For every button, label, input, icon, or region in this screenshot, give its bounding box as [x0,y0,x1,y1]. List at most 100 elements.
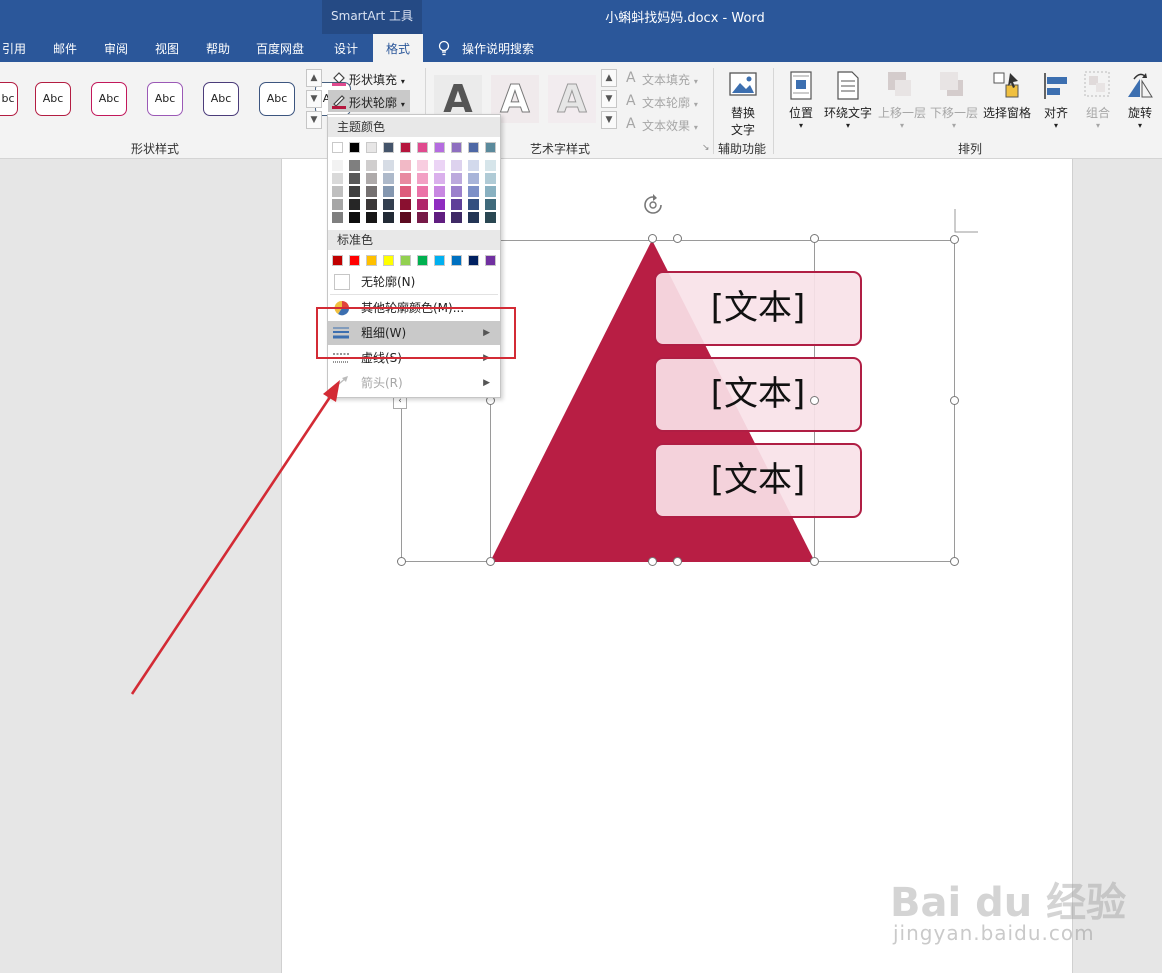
rotate-button[interactable]: 旋转 ▾ [1120,104,1160,130]
tab-references[interactable]: 引用 [2,40,26,57]
text-outline-button[interactable]: 文本轮廓 ▾ [642,94,698,111]
theme-shade-swatch[interactable] [366,186,377,197]
theme-shade-swatch[interactable] [451,199,462,210]
theme-shade-swatch[interactable] [417,212,428,223]
resize-handle[interactable] [950,557,959,566]
resize-handle[interactable] [810,234,819,243]
theme-shade-swatch[interactable] [366,173,377,184]
theme-shade-swatch[interactable] [468,173,479,184]
theme-shade-swatch[interactable] [451,160,462,171]
theme-shade-swatch[interactable] [332,186,343,197]
theme-shade-swatch[interactable] [485,160,496,171]
theme-color-swatch[interactable] [366,142,377,153]
tab-review[interactable]: 审阅 [104,40,128,57]
standard-color-swatch[interactable] [349,255,360,266]
standard-color-swatch[interactable] [366,255,377,266]
text-box-2[interactable]: [文本] [654,357,862,432]
theme-shade-swatch[interactable] [383,186,394,197]
theme-color-swatch[interactable] [451,142,462,153]
rotate-handle-icon[interactable] [642,194,664,216]
theme-shade-swatch[interactable] [400,199,411,210]
theme-color-swatch[interactable] [434,142,445,153]
resize-handle[interactable] [673,557,682,566]
tab-mailings[interactable]: 邮件 [53,40,77,57]
theme-shade-swatch[interactable] [349,173,360,184]
theme-shade-swatch[interactable] [383,199,394,210]
theme-shade-swatch[interactable] [332,199,343,210]
wordart-style-3[interactable]: A [548,75,596,123]
resize-handle[interactable] [810,557,819,566]
resize-handle[interactable] [673,234,682,243]
theme-shade-swatch[interactable] [417,199,428,210]
theme-shade-swatch[interactable] [468,199,479,210]
theme-shade-swatch[interactable] [417,186,428,197]
position-button[interactable]: 位置 ▾ [785,104,817,130]
standard-color-swatch[interactable] [417,255,428,266]
theme-shade-swatch[interactable] [434,199,445,210]
theme-shade-swatch[interactable] [434,160,445,171]
theme-shade-swatch[interactable] [451,186,462,197]
theme-shade-swatch[interactable] [434,186,445,197]
shape-style-option[interactable]: Abc [203,82,239,116]
standard-color-swatch[interactable] [383,255,394,266]
theme-shade-swatch[interactable] [417,160,428,171]
group-button[interactable]: 组合 ▾ [1078,104,1118,130]
theme-color-swatch[interactable] [417,142,428,153]
shape-style-option[interactable]: Abc [91,82,127,116]
standard-color-swatch[interactable] [485,255,496,266]
tab-help[interactable]: 帮助 [206,40,230,57]
text-box-3[interactable]: [文本] [654,443,862,518]
resize-handle[interactable] [486,557,495,566]
theme-shade-swatch[interactable] [485,212,496,223]
wordart-gallery-down-arrow[interactable]: ▼ [601,90,617,108]
tab-format[interactable]: 格式 [373,40,423,57]
resize-handle[interactable] [648,234,657,243]
theme-shade-swatch[interactable] [349,160,360,171]
theme-color-swatch[interactable] [332,142,343,153]
theme-shade-swatch[interactable] [451,212,462,223]
theme-shade-swatch[interactable] [451,173,462,184]
standard-color-swatch[interactable] [468,255,479,266]
theme-shade-swatch[interactable] [349,212,360,223]
wordart-gallery-up-arrow[interactable]: ▲ [601,69,617,87]
theme-shade-swatch[interactable] [349,199,360,210]
align-button[interactable]: 对齐 ▾ [1036,104,1076,130]
theme-color-swatch[interactable] [400,142,411,153]
theme-shade-swatch[interactable] [383,160,394,171]
theme-shade-swatch[interactable] [434,212,445,223]
shape-fill-button[interactable]: 形状填充 ▾ [349,71,405,88]
theme-shade-swatch[interactable] [400,160,411,171]
text-box-1[interactable]: [文本] [654,271,862,346]
gallery-down-arrow[interactable]: ▼ [306,90,322,108]
theme-shade-swatch[interactable] [332,160,343,171]
theme-shade-swatch[interactable] [383,173,394,184]
theme-shade-swatch[interactable] [468,186,479,197]
theme-shade-swatch[interactable] [366,212,377,223]
selection-pane-button[interactable]: 选择窗格 [980,104,1034,121]
theme-shade-swatch[interactable] [468,160,479,171]
bring-forward-button[interactable]: 上移一层 ▾ [876,104,928,130]
theme-shade-swatch[interactable] [485,173,496,184]
resize-handle[interactable] [950,396,959,405]
shape-style-partial[interactable]: bc [0,82,18,116]
theme-shade-swatch[interactable] [332,212,343,223]
resize-handle[interactable] [950,235,959,244]
theme-shade-swatch[interactable] [485,186,496,197]
shape-outline-button[interactable]: 形状轮廓 ▾ [349,94,405,111]
theme-color-swatch[interactable] [349,142,360,153]
theme-shade-swatch[interactable] [400,173,411,184]
theme-shade-swatch[interactable] [485,199,496,210]
standard-color-swatch[interactable] [400,255,411,266]
theme-shade-swatch[interactable] [400,212,411,223]
theme-shade-swatch[interactable] [468,212,479,223]
theme-shade-swatch[interactable] [366,199,377,210]
resize-handle[interactable] [397,557,406,566]
theme-color-swatch[interactable] [485,142,496,153]
menu-item-no-outline[interactable]: 无轮廓(N) [328,270,500,294]
resize-handle[interactable] [648,557,657,566]
standard-color-swatch[interactable] [332,255,343,266]
wrap-text-button[interactable]: 环绕文字 ▾ [822,104,874,130]
shape-style-option[interactable]: Abc [259,82,295,116]
theme-color-swatch[interactable] [468,142,479,153]
shape-style-option[interactable]: Abc [147,82,183,116]
